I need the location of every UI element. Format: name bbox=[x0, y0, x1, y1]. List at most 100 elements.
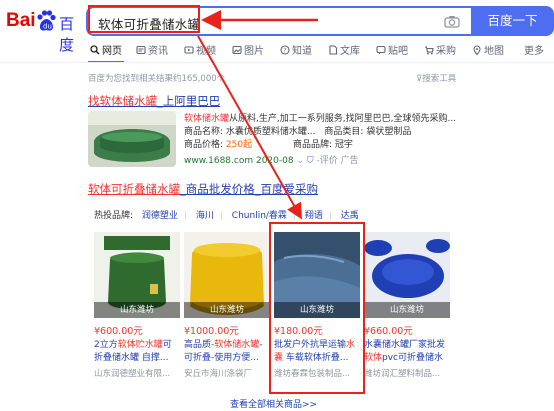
tab-label: 文库 bbox=[340, 46, 360, 57]
product-card[interactable]: 山东潍坊 ¥600.00元 2立方软体贮水罐可折叠储水罐 自撑... 山东润德塑… bbox=[94, 232, 180, 379]
tab-label: 知道 bbox=[292, 46, 312, 57]
product-location: 山东潍坊 bbox=[184, 302, 270, 318]
tab-label: 采购 bbox=[436, 46, 456, 57]
separator: | bbox=[219, 211, 223, 221]
tab-video[interactable]: 视频 bbox=[184, 42, 216, 57]
result1-url[interactable]: www.1688.com bbox=[184, 156, 253, 166]
image-icon bbox=[232, 45, 242, 54]
tab-news[interactable]: 资讯 bbox=[136, 42, 168, 57]
paw-icon: du bbox=[37, 10, 56, 31]
brand-link[interactable]: 达禹 bbox=[341, 211, 359, 221]
product-price-value: 250起 bbox=[225, 140, 253, 150]
product-seller: 安丘市海川涤袋厂 bbox=[184, 369, 253, 379]
tab-purchase[interactable]: 采购 bbox=[424, 42, 456, 57]
chevron-down-icon[interactable]: ⌄ bbox=[296, 156, 304, 166]
product-location: 山东潍坊 bbox=[94, 302, 180, 318]
tab-tieba[interactable]: 贴吧 bbox=[376, 42, 408, 57]
tab-label: 更多 bbox=[524, 46, 544, 57]
product-price: ¥1000.00元 bbox=[184, 326, 239, 337]
product-brand-key: 商品品牌: bbox=[292, 140, 333, 150]
tab-label: 地图 bbox=[484, 46, 504, 57]
product-name-key: 商品名称: bbox=[184, 127, 224, 137]
search-tools-button[interactable]: ⊽搜索工具 bbox=[416, 72, 456, 84]
separator: | bbox=[292, 211, 296, 221]
search-button[interactable]: 百度一下 bbox=[471, 6, 554, 36]
product-seller: 潍坊润汇塑料制品... bbox=[364, 369, 441, 379]
forum-icon bbox=[376, 45, 386, 54]
search-icon bbox=[90, 44, 100, 54]
brand-link[interactable]: Chunlin/春霖 bbox=[232, 211, 287, 221]
brand-link[interactable]: 润德塑业 bbox=[142, 211, 178, 221]
result1-title-rest: _上阿里巴巴 bbox=[157, 94, 221, 108]
product-location: 山东潍坊 bbox=[364, 302, 450, 318]
product-card[interactable]: 山东潍坊 ¥1000.00元 高品质-软体储水罐-可折叠-使用方便... 安丘市… bbox=[184, 232, 270, 379]
camera-icon[interactable] bbox=[444, 15, 460, 28]
search-tabs: 网页 资讯 视频 图片 ? 知道 文库 贴吧 采购 地图 更多 bbox=[88, 42, 554, 63]
tab-more[interactable]: 更多 bbox=[524, 42, 544, 57]
svg-text:?: ? bbox=[283, 47, 286, 54]
result1-desc-highlight: 软体储水罐 bbox=[184, 114, 230, 124]
desc-highlight: 软体贮水罐 bbox=[117, 340, 163, 350]
desc-highlight: 软体 bbox=[364, 353, 383, 363]
result1-date: 2020-08 bbox=[255, 156, 294, 166]
product-category-value: 袋状塑制品 bbox=[366, 127, 412, 137]
product-desc[interactable]: 2立方软体贮水罐可折叠储水罐 自撑... bbox=[94, 339, 180, 365]
brand-link[interactable]: 海川 bbox=[196, 211, 214, 221]
eval-label: 评价 bbox=[319, 156, 338, 166]
tab-map[interactable]: 地图 bbox=[472, 42, 504, 57]
hot-brands-label: 热投品牌: bbox=[94, 211, 134, 221]
result2-title-rest: _商品批发价格_百度爱采购 bbox=[180, 182, 318, 196]
product-desc[interactable]: 水囊储水罐厂家批发 软体pvc可折叠储水罐 ... bbox=[364, 339, 450, 365]
annotation-box-query bbox=[88, 5, 200, 33]
tab-label: 资讯 bbox=[148, 46, 168, 57]
product-card[interactable]: 山东潍坊 ¥660.00元 水囊储水罐厂家批发 软体pvc可折叠储水罐 ... … bbox=[364, 232, 450, 379]
brand-link[interactable]: 翔语 bbox=[305, 211, 323, 221]
tab-web[interactable]: 网页 bbox=[90, 42, 122, 57]
product-image: 山东潍坊 bbox=[184, 232, 270, 318]
svg-text:du: du bbox=[43, 23, 52, 31]
separator: | bbox=[183, 211, 187, 221]
result1-url-row: www.1688.com 2020-08 ⌄ ⛉ -评价 广告 bbox=[184, 153, 359, 166]
result-count: 百度为您找到相关结果约165,000个 bbox=[88, 74, 226, 84]
water-bladder-image bbox=[88, 111, 176, 167]
baidu-logo[interactable]: Bai du 百度 bbox=[6, 8, 82, 54]
news-icon bbox=[136, 45, 146, 54]
tab-label: 视频 bbox=[196, 46, 216, 57]
tab-zhidao[interactable]: ? 知道 bbox=[280, 42, 312, 57]
video-icon bbox=[184, 45, 194, 54]
result1-details: 软体储水罐从原料,生产,加工一系列服务,找阿里巴巴,全球领先采购... 商品名称… bbox=[184, 113, 456, 152]
product-seller: 山东润德塑业有限... bbox=[94, 369, 171, 379]
product-category-key: 商品类目: bbox=[324, 127, 364, 137]
shield-icon: ⛉ bbox=[306, 156, 314, 166]
tab-label: 图片 bbox=[244, 46, 264, 57]
purchase-icon bbox=[425, 45, 434, 54]
result2-title-link[interactable]: 软体可折叠储水罐_商品批发价格_百度爱采购 bbox=[88, 181, 318, 197]
product-name-value: 水囊优质塑料储水罐... bbox=[225, 127, 316, 137]
product-price: ¥660.00元 bbox=[364, 326, 413, 337]
tab-image[interactable]: 图片 bbox=[232, 42, 264, 57]
ad-label: 广告 bbox=[340, 156, 359, 166]
map-icon bbox=[473, 45, 481, 55]
product-desc[interactable]: 高品质-软体储水罐-可折叠-使用方便... bbox=[184, 339, 270, 365]
doc-icon bbox=[329, 44, 338, 55]
separator: | bbox=[328, 211, 332, 221]
result2-title-highlight: 软体可折叠储水罐 bbox=[88, 182, 180, 196]
desc-text: 水囊储水罐厂家批发 bbox=[364, 340, 446, 350]
result1-eval-link[interactable]: -评价 bbox=[317, 156, 338, 166]
result1-thumbnail[interactable] bbox=[88, 111, 176, 167]
desc-highlight: 软体储水罐 bbox=[214, 340, 260, 350]
product-brand-value: 冠宇 bbox=[334, 140, 353, 150]
tab-label: 网页 bbox=[102, 46, 122, 57]
desc-text: 高品质- bbox=[184, 340, 215, 350]
result1-title-highlight: 找软体储水罐 bbox=[88, 94, 157, 108]
question-icon: ? bbox=[280, 44, 290, 55]
tab-wenku[interactable]: 文库 bbox=[328, 42, 360, 57]
annotation-box-product bbox=[269, 222, 365, 394]
product-price: ¥600.00元 bbox=[94, 326, 143, 337]
logo-cn-text: 百度 bbox=[59, 15, 75, 54]
result1-title-link[interactable]: 找软体储水罐_上阿里巴巴 bbox=[88, 93, 220, 109]
more-products-link[interactable]: 查看全部相关商品>> bbox=[230, 397, 317, 410]
product-price-key: 商品价格: bbox=[184, 140, 224, 150]
tab-label: 贴吧 bbox=[388, 46, 408, 57]
product-image: 山东潍坊 bbox=[94, 232, 180, 318]
